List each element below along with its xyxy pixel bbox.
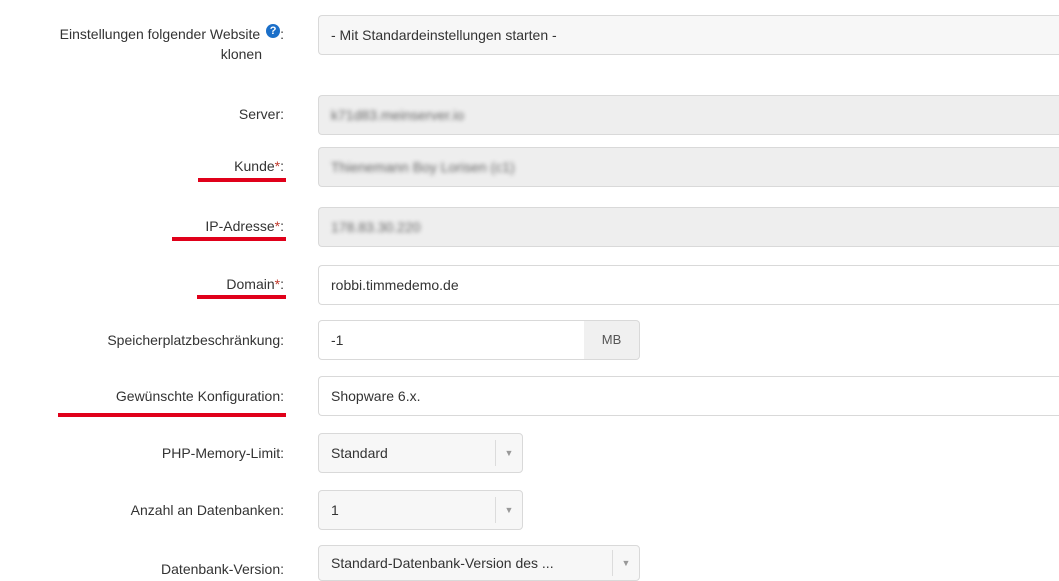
db-version-select[interactable]: Standard-Datenbank-Version des ... ▼ xyxy=(318,545,640,581)
domain-label: Domain*: xyxy=(226,276,284,292)
chevron-down-icon[interactable]: ▼ xyxy=(495,440,522,466)
config-field[interactable]: Shopware 6.x. xyxy=(318,376,1059,416)
quota-input[interactable]: -1 xyxy=(318,320,585,360)
kunde-field: Thienemann Boy Lorisen (c1) xyxy=(318,147,1059,187)
server-label: Server: xyxy=(238,106,284,122)
ip-field: 178.83.30.220 xyxy=(318,207,1059,247)
php-memory-label: PHP-Memory-Limit: xyxy=(161,445,284,461)
config-highlight xyxy=(58,413,286,417)
quota-unit-addon: MB xyxy=(584,320,640,360)
db-count-select[interactable]: 1 ▼ xyxy=(318,490,523,530)
db-count-label: Anzahl an Datenbanken: xyxy=(130,502,284,518)
chevron-down-icon[interactable]: ▼ xyxy=(495,497,522,523)
ip-label: IP-Adresse*: xyxy=(205,218,284,234)
php-memory-select[interactable]: Standard ▼ xyxy=(318,433,523,473)
clone-settings-label: Einstellungen folgender Website ?: klone… xyxy=(59,24,284,62)
config-label: Gewünschte Konfiguration: xyxy=(115,388,284,404)
kunde-label: Kunde*: xyxy=(234,158,284,174)
domain-input[interactable]: robbi.timmedemo.de xyxy=(318,265,1059,305)
quota-label: Speicherplatzbeschränkung: xyxy=(107,332,284,348)
chevron-down-icon[interactable]: ▼ xyxy=(612,550,639,576)
kunde-highlight xyxy=(198,178,286,182)
question-circle-icon[interactable]: ? xyxy=(266,24,281,38)
db-version-label: Datenbank-Version: xyxy=(161,561,284,577)
domain-highlight xyxy=(197,295,286,299)
clone-settings-select[interactable]: - Mit Standardeinstellungen starten - xyxy=(318,15,1059,55)
ip-highlight xyxy=(172,237,286,241)
server-field: k71d83.meinserver.io xyxy=(318,95,1059,135)
